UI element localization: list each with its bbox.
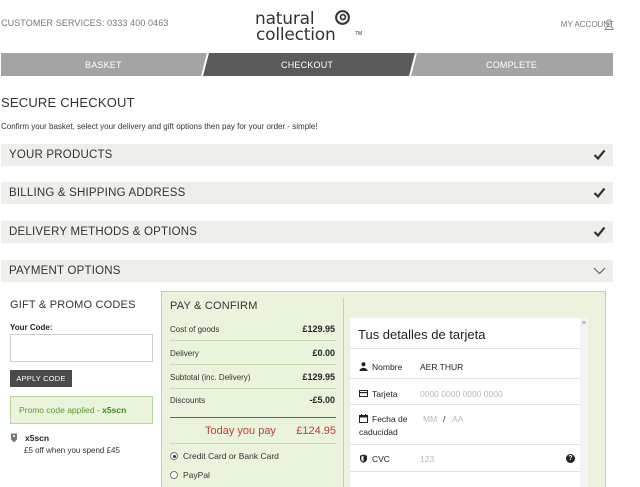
step-basket[interactable]: BASKET <box>85 60 122 70</box>
step-complete: COMPLETE <box>486 60 538 70</box>
cost-of-goods-value: £129.95 <box>302 324 335 334</box>
divider <box>350 471 580 472</box>
divider <box>170 364 336 365</box>
check-icon <box>593 187 606 199</box>
cvc-field[interactable]: 123 <box>420 454 434 464</box>
expiry-year-field[interactable]: AA <box>452 414 463 424</box>
paypal-radio[interactable] <box>170 471 178 479</box>
section-delivery-methods[interactable]: DELIVERY METHODS & OPTIONS <box>1 221 613 243</box>
page-title: SECURE CHECKOUT <box>1 95 135 110</box>
subtotal-value: £129.95 <box>302 372 335 382</box>
discounts-value: -£5.00 <box>309 395 335 405</box>
checkout-progress: BASKET CHECKOUT COMPLETE <box>1 53 613 76</box>
divider <box>350 404 580 405</box>
logo-trademark: TM <box>355 31 363 37</box>
help-icon[interactable]: ? <box>566 454 575 463</box>
chevron-down-icon <box>593 267 606 275</box>
promo-applied-text: Promo code applied - <box>19 405 103 415</box>
name-label: Nombre <box>372 362 403 372</box>
gift-promo-title: GIFT & PROMO CODES <box>10 299 136 311</box>
calendar-icon <box>359 414 368 423</box>
customer-services-phone: CUSTOMER SERVICES: 0333 400 0463 <box>1 18 169 28</box>
credit-card-icon <box>359 390 368 397</box>
section-label: BILLING & SHIPPING ADDRESS <box>9 187 186 199</box>
scroll-up-icon <box>581 320 587 324</box>
apply-code-button[interactable]: APPLY CODE <box>10 370 72 387</box>
card-payment-radio[interactable] <box>170 452 178 460</box>
person-icon <box>359 362 368 371</box>
expiry-month-field[interactable]: MM <box>423 414 437 424</box>
card-frame-scrollbar[interactable] <box>580 318 588 487</box>
today-you-pay-label: Today you pay <box>205 425 276 437</box>
delivery-value: £0.00 <box>312 348 335 358</box>
section-label: DELIVERY METHODS & OPTIONS <box>9 226 198 238</box>
card-payment-label[interactable]: Credit Card or Bank Card <box>183 451 279 461</box>
section-label: PAYMENT OPTIONS <box>9 265 121 277</box>
section-billing-shipping[interactable]: BILLING & SHIPPING ADDRESS <box>1 182 613 204</box>
panel-divider <box>343 298 344 487</box>
expiry-separator: / <box>443 414 446 424</box>
promo-applied-message: Promo code applied - x5scn <box>10 396 153 424</box>
expiry-label-line2: caducidad <box>359 427 398 437</box>
card-details-title: Tus detalles de tarjeta <box>358 327 486 342</box>
divider <box>350 348 580 349</box>
user-icon[interactable] <box>604 19 614 30</box>
section-label: YOUR PRODUCTS <box>9 149 113 161</box>
card-number-field[interactable]: 0000 0000 0000 0000 <box>420 389 503 399</box>
discounts-label: Discounts <box>170 396 206 405</box>
total-divider <box>170 417 336 418</box>
subtotal-label: Subtotal (inc. Delivery) <box>170 373 251 382</box>
promo-code-label: Your Code: <box>10 323 53 332</box>
delivery-label: Delivery <box>170 349 199 358</box>
cost-of-goods-label: Cost of goods <box>170 325 220 334</box>
divider <box>170 388 336 389</box>
card-number-label: Tarjeta <box>372 389 398 399</box>
logo-swirl-icon <box>335 10 350 25</box>
logo-word-collection: collection <box>256 25 336 45</box>
divider <box>350 444 580 445</box>
pay-confirm-title: PAY & CONFIRM <box>170 300 258 312</box>
expiry-label-line1: Fecha de <box>372 414 408 424</box>
check-icon <box>593 149 606 161</box>
promo-code-input[interactable] <box>10 334 153 362</box>
today-you-pay-value: £124.95 <box>296 425 336 437</box>
divider <box>170 443 336 444</box>
promo-code-name: x5scn <box>25 433 50 443</box>
brand-logo[interactable]: natural collection TM <box>255 9 365 45</box>
check-icon <box>593 226 606 238</box>
promo-code-description: £5 off when you spend £45 <box>24 446 120 455</box>
cardholder-name-field[interactable]: AER THUR <box>420 362 463 372</box>
shield-icon <box>360 454 367 463</box>
cvc-label: CVC <box>372 454 390 464</box>
section-your-products[interactable]: YOUR PRODUCTS <box>1 144 613 166</box>
page-intro: Confirm your basket, select your deliver… <box>1 122 318 131</box>
tag-icon <box>11 433 17 443</box>
section-payment-options[interactable]: PAYMENT OPTIONS <box>1 260 613 282</box>
paypal-label[interactable]: PayPal <box>183 470 210 480</box>
step-checkout: CHECKOUT <box>281 60 334 70</box>
promo-applied-code: x5scn <box>102 405 127 415</box>
divider <box>350 378 580 379</box>
divider <box>170 340 336 341</box>
